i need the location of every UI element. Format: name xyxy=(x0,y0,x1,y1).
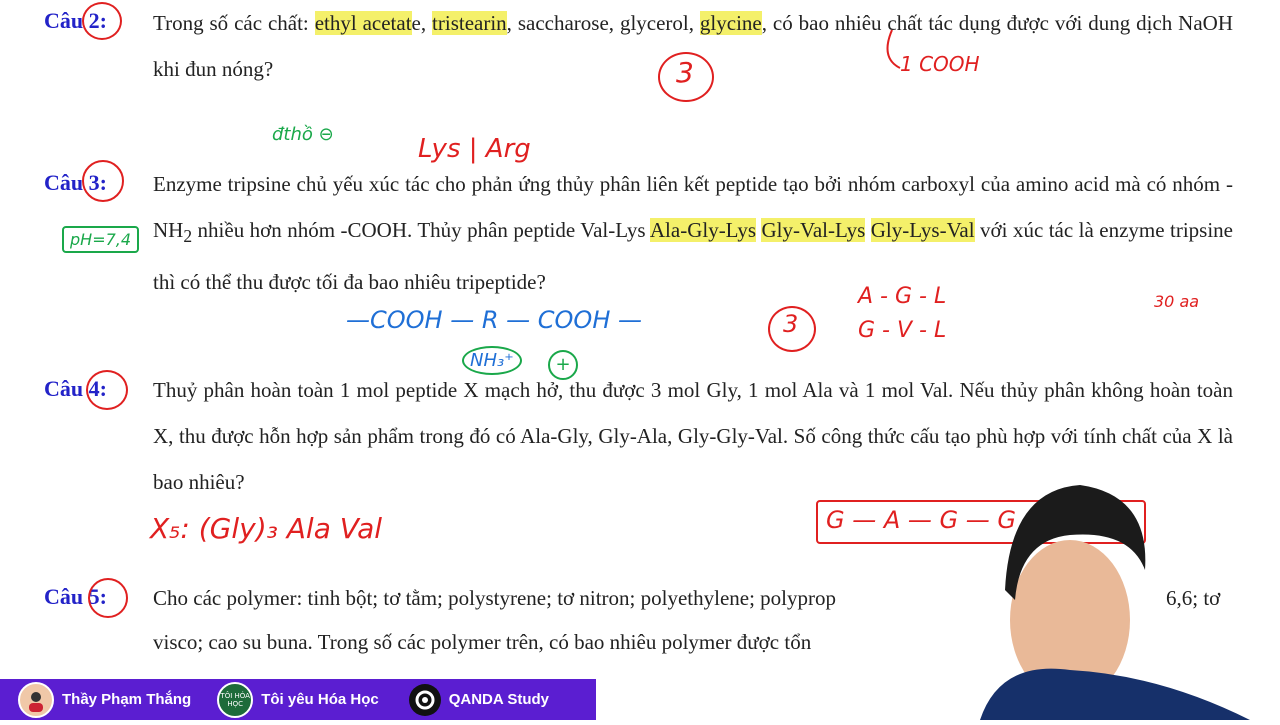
highlight-tristearin: tristearin xyxy=(432,11,507,35)
q2-arrow xyxy=(886,29,901,69)
highlight-ethyl-acetate: ethyl acetat xyxy=(314,11,412,35)
highlight-glycine: glycine xyxy=(699,11,762,35)
question-5-number-circle xyxy=(88,578,128,618)
q3-answer: 3 xyxy=(783,310,799,338)
question-4-number-circle xyxy=(86,370,128,410)
q2-answer: 3 xyxy=(676,56,694,89)
brand-teacher[interactable]: Thầy Phạm Thắng xyxy=(18,681,192,718)
highlight-gly-lys-val: Gly-Lys-Val xyxy=(870,218,975,242)
chemistry-badge-icon: TÔI HÓA HỌC xyxy=(217,681,254,718)
q3-note-lys-arg: Lys | Arg xyxy=(418,134,531,164)
question-5-line-2: visco; cao su buna. Trong số các polymer… xyxy=(153,630,812,654)
question-3-number-circle xyxy=(82,160,124,202)
q3-side-note: 30 aa xyxy=(1154,292,1200,311)
q3-ph-note: pH=7,4 xyxy=(62,226,140,253)
highlight-gly-val-lys: Gly-Val-Lys xyxy=(761,218,866,242)
channel-bar: Thầy Phạm Thắng TÔI HÓA HỌC Tôi yêu Hóa … xyxy=(0,679,596,720)
highlight-ala-gly-lys: Ala-Gly-Lys xyxy=(649,218,757,242)
question-5-line-1: Cho các polymer: tinh bột; tơ tằm; polys… xyxy=(153,586,837,610)
q4-formula: X₅: (Gly)₃ Ala Val xyxy=(150,512,383,545)
brand-teacher-name: Thầy Phạm Thắng xyxy=(62,691,192,708)
q3-chain-formula: —COOH — R — COOH — xyxy=(346,306,642,334)
person-avatar-icon xyxy=(18,681,54,718)
question-2-number-circle xyxy=(82,2,122,40)
question-3-text: Enzyme tripsine chủ yếu xúc tác cho phản… xyxy=(153,172,1233,295)
q3-note-dien-tich: đthồ ⊖ xyxy=(272,124,334,145)
q3-tripeptide-2: G - V - L xyxy=(858,318,947,343)
q3-tripeptide-1: A - G - L xyxy=(858,284,947,309)
brand-qanda[interactable]: QANDA Study xyxy=(408,683,549,716)
brand-qanda-name: QANDA Study xyxy=(448,691,549,708)
qanda-logo-icon xyxy=(408,683,441,716)
presenter-silhouette-icon xyxy=(980,485,1250,720)
presenter-webcam xyxy=(960,470,1280,720)
brand-chemistry[interactable]: TÔI HÓA HỌC Tôi yêu Hóa Học xyxy=(217,681,379,718)
brand-chemistry-name: Tôi yêu Hóa Học xyxy=(261,691,379,708)
